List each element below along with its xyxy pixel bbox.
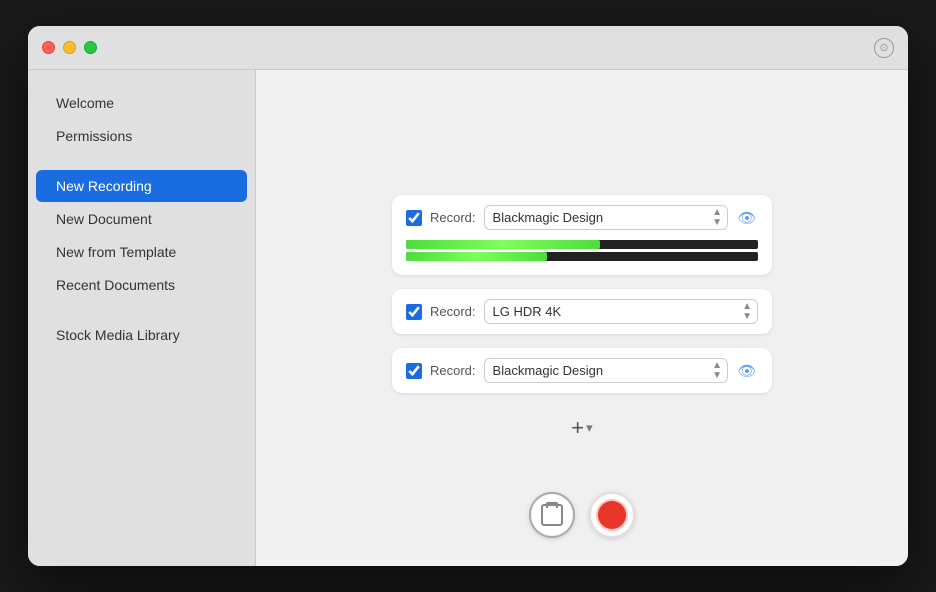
add-record-button[interactable]: + ▾: [571, 415, 592, 441]
sidebar-item-recent-documents[interactable]: Recent Documents: [36, 269, 247, 301]
minimize-button[interactable]: [63, 41, 76, 54]
record-3-checkbox[interactable]: [406, 363, 422, 379]
titlebar: ⊙: [28, 26, 908, 70]
record-button[interactable]: [589, 492, 635, 538]
main-content: Record: Blackmagic Design ▲ ▼ 👁: [256, 70, 908, 566]
sidebar-divider-2: [28, 302, 255, 318]
app-window: ⊙ Welcome Permissions New Recording New …: [28, 26, 908, 566]
record-1-eye-icon[interactable]: 👁: [736, 207, 758, 229]
sidebar-item-new-from-template[interactable]: New from Template: [36, 236, 247, 268]
record-2-checkbox[interactable]: [406, 304, 422, 320]
content-area: Welcome Permissions New Recording New Do…: [28, 70, 908, 566]
record-1-checkbox[interactable]: [406, 210, 422, 226]
titlebar-right: ⊙: [874, 38, 894, 58]
sidebar-item-stock-media[interactable]: Stock Media Library: [36, 319, 247, 351]
close-button[interactable]: [42, 41, 55, 54]
record-1-label: Record:: [430, 210, 476, 225]
screenshot-icon: [541, 504, 563, 526]
sidebar-item-new-recording[interactable]: New Recording: [36, 170, 247, 202]
records-container: Record: Blackmagic Design ▲ ▼ 👁: [392, 195, 772, 441]
meter-fill-2: [406, 252, 547, 261]
record-circle-icon: [598, 501, 626, 529]
record-3-label: Record:: [430, 363, 476, 378]
record-row-1-top: Record: Blackmagic Design ▲ ▼ 👁: [406, 205, 758, 230]
bottom-controls: [529, 492, 635, 538]
record-2-label: Record:: [430, 304, 476, 319]
sidebar-item-permissions[interactable]: Permissions: [36, 120, 247, 152]
record-2-device-select[interactable]: LG HDR 4K: [484, 299, 758, 324]
sidebar-divider: [28, 153, 255, 169]
sidebar-item-welcome[interactable]: Welcome: [36, 87, 247, 119]
add-button-row: + ▾: [392, 415, 772, 441]
record-2-select-wrapper: LG HDR 4K ▲ ▼: [484, 299, 758, 324]
record-1-device-select[interactable]: Blackmagic Design: [484, 205, 728, 230]
meter-bar-1: [406, 240, 758, 249]
maximize-button[interactable]: [84, 41, 97, 54]
record-row-3: Record: Blackmagic Design ▲ ▼ 👁: [392, 348, 772, 393]
traffic-lights: [42, 41, 97, 54]
sidebar: Welcome Permissions New Recording New Do…: [28, 70, 256, 566]
sidebar-item-new-document[interactable]: New Document: [36, 203, 247, 235]
record-row-2: Record: LG HDR 4K ▲ ▼: [392, 289, 772, 334]
record-3-eye-icon[interactable]: 👁: [736, 360, 758, 382]
record-row-1: Record: Blackmagic Design ▲ ▼ 👁: [392, 195, 772, 275]
record-1-meter: [406, 238, 758, 265]
meter-fill-1: [406, 240, 600, 249]
meter-bar-2: [406, 252, 758, 261]
screenshot-button[interactable]: [529, 492, 575, 538]
expand-icon[interactable]: ⊙: [874, 38, 894, 58]
record-3-select-wrapper: Blackmagic Design ▲ ▼: [484, 358, 728, 383]
record-3-device-select[interactable]: Blackmagic Design: [484, 358, 728, 383]
record-1-select-wrapper: Blackmagic Design ▲ ▼: [484, 205, 728, 230]
